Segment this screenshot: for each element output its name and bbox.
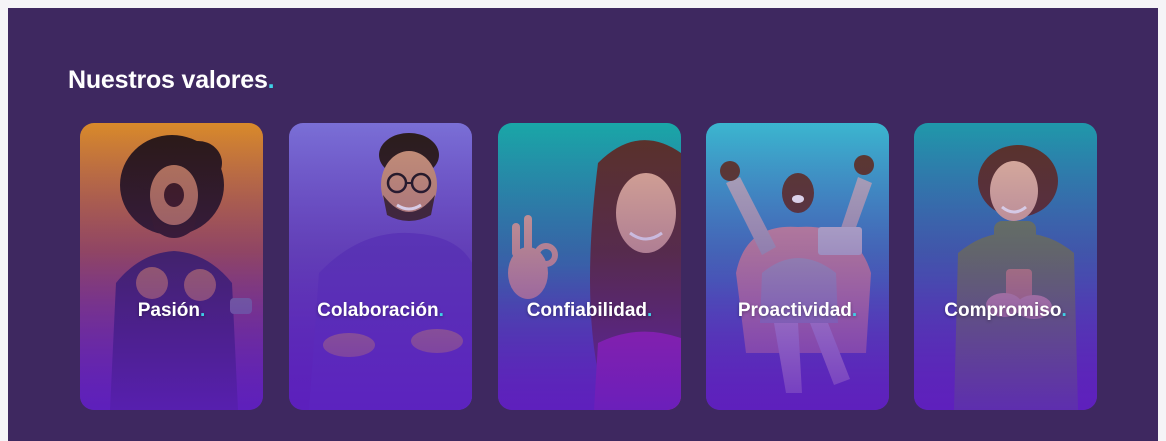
value-card-confiabilidad[interactable]: Confiabilidad. — [498, 123, 681, 410]
card-label: Compromiso. — [914, 300, 1097, 322]
card-label: Confiabilidad. — [498, 300, 681, 322]
card-accent-dot: . — [200, 300, 206, 321]
values-section: Nuestros valores. Pasión. Colaboración. … — [8, 8, 1158, 441]
card-label-text: Proactividad — [737, 300, 852, 321]
card-label: Colaboración. — [289, 300, 472, 322]
card-label-text: Colaboración — [317, 300, 439, 321]
card-label: Proactividad. — [706, 300, 889, 322]
card-accent-dot: . — [647, 300, 653, 321]
value-card-colaboracion[interactable]: Colaboración. — [289, 123, 472, 410]
card-accent-dot: . — [851, 300, 858, 321]
card-label: Pasión. — [80, 300, 263, 322]
card-label-text: Pasión — [137, 300, 201, 321]
card-accent-dot: . — [1061, 300, 1067, 321]
section-title: Nuestros valores. — [68, 66, 275, 95]
value-card-compromiso[interactable]: Compromiso. — [914, 123, 1097, 410]
value-card-pasion[interactable]: Pasión. — [80, 123, 263, 410]
card-label-text: Confiabilidad — [526, 300, 648, 321]
value-card-proactividad[interactable]: Proactividad. — [706, 123, 889, 410]
title-accent-dot: . — [267, 66, 275, 94]
card-label-text: Compromiso — [944, 300, 1062, 321]
section-title-text: Nuestros valores — [68, 66, 268, 94]
card-accent-dot: . — [438, 300, 444, 321]
